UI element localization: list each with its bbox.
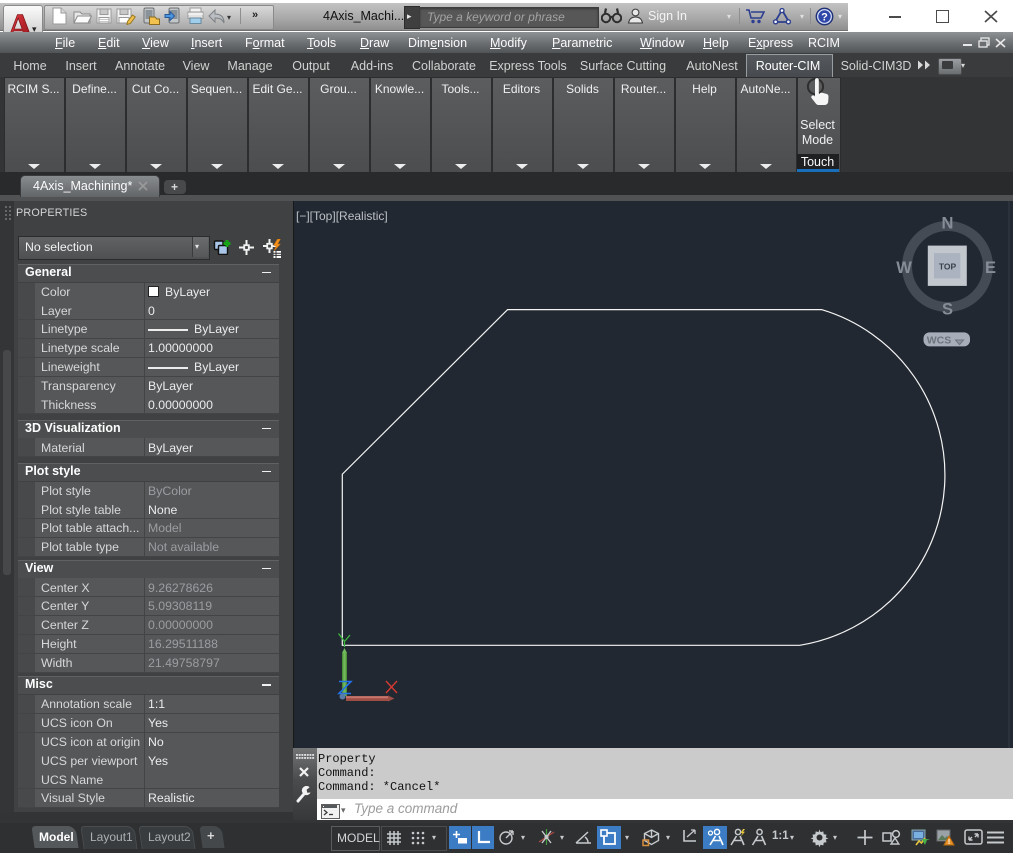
svg-text:TOP: TOP — [939, 262, 957, 272]
svg-text:W: W — [896, 259, 912, 277]
svg-text:E: E — [985, 259, 996, 277]
svg-text:S: S — [942, 301, 953, 319]
svg-text:N: N — [942, 215, 954, 233]
svg-text:!: ! — [948, 839, 950, 846]
svg-text:WCS: WCS — [927, 334, 952, 346]
svg-text:?: ? — [821, 11, 828, 23]
